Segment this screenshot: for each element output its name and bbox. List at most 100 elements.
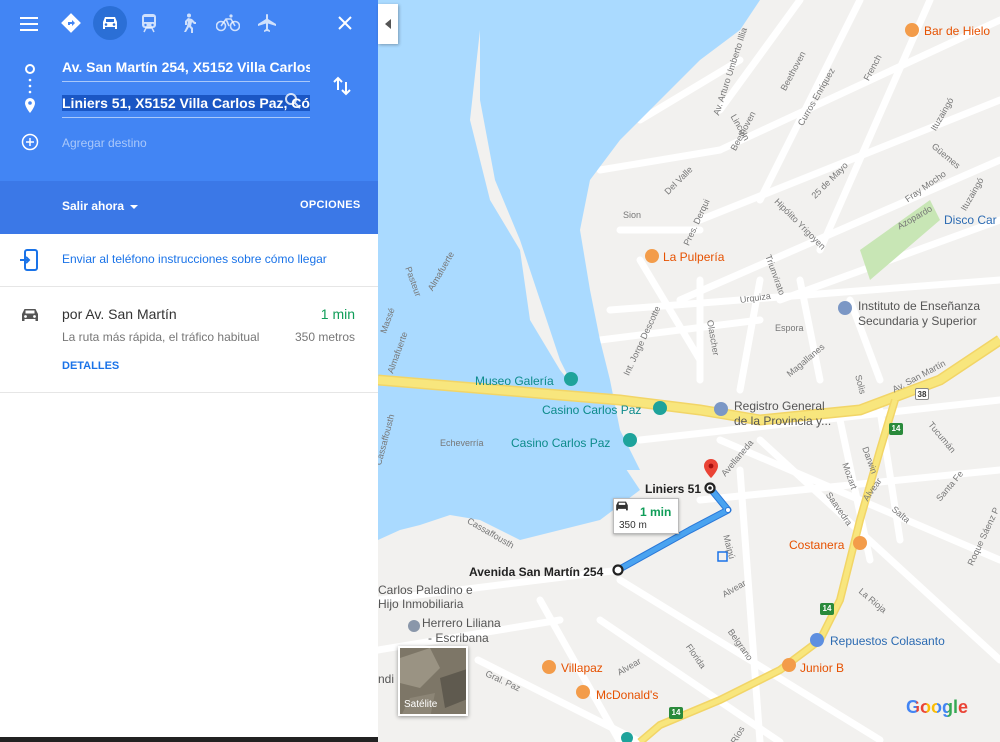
poi-partial-label: ndi xyxy=(378,672,395,686)
route-14-shield: 14 xyxy=(889,423,903,435)
restaurant-icon xyxy=(576,685,590,699)
origin-map-label: Avenida San Martín 254 xyxy=(469,565,604,579)
route-option-card[interactable]: por Av. San Martín 1 min La ruta más ráp… xyxy=(0,288,378,393)
poi-junior-b[interactable]: Junior B xyxy=(800,661,844,675)
satellite-label: Satélite xyxy=(404,699,438,710)
collapse-panel-button[interactable] xyxy=(378,4,398,44)
restaurant-icon xyxy=(645,249,659,263)
add-destination-link[interactable]: Agregar destino xyxy=(62,136,147,150)
poi-villapaz[interactable]: Villapaz xyxy=(561,661,603,675)
travel-mode-bar xyxy=(0,0,378,48)
walk-icon xyxy=(184,13,196,33)
destination-dot-center xyxy=(708,486,712,490)
mode-car-button[interactable] xyxy=(93,6,127,40)
google-logo: Google xyxy=(906,697,968,718)
route-description: La ruta más rápida, el tráfico habitual xyxy=(62,330,260,344)
route-14-shield: 14 xyxy=(669,707,683,719)
poi-herrero-line1[interactable]: Herrero Liliana xyxy=(422,616,501,630)
street-label: Espora xyxy=(775,323,804,333)
mode-bike-button[interactable] xyxy=(211,6,245,40)
poi-instituto-line1[interactable]: Instituto de Enseñanza xyxy=(858,299,980,313)
route-distance: 350 metros xyxy=(294,330,355,344)
poi-mcdonalds[interactable]: McDonald's xyxy=(596,688,658,702)
poi-costanera[interactable]: Costanera xyxy=(789,538,844,552)
options-button[interactable]: OPCIONES xyxy=(300,199,360,211)
mode-flight-button[interactable] xyxy=(250,6,284,40)
directions-panel: Av. San Martín 254, X5152 Villa Carlos P… xyxy=(0,0,378,742)
menu-icon xyxy=(20,17,38,31)
destination-input-text: Liniers 51, X5152 Villa Carlos Paz, Córd… xyxy=(62,95,310,111)
car-icon xyxy=(616,501,628,511)
poi-casino-carlos-paz-2[interactable]: Casino Carlos Paz xyxy=(511,436,610,450)
satellite-toggle-button[interactable]: Satélite xyxy=(398,646,468,716)
mode-walk-button[interactable] xyxy=(171,6,205,40)
restaurant-icon xyxy=(853,536,867,550)
transit-icon xyxy=(142,14,156,33)
route-38-shield: 38 xyxy=(915,388,929,400)
directions-icon xyxy=(61,13,81,33)
close-icon xyxy=(338,16,352,30)
origin-input[interactable]: Av. San Martín 254, X5152 Villa Carlos P… xyxy=(62,54,310,82)
school-icon xyxy=(838,301,852,315)
mode-best-button[interactable] xyxy=(54,6,88,40)
menu-button[interactable] xyxy=(14,10,44,38)
poi-casino-carlos-paz-1[interactable]: Casino Carlos Paz xyxy=(542,403,641,417)
mode-transit-button[interactable] xyxy=(132,6,166,40)
route-inputs: Av. San Martín 254, X5152 Villa Carlos P… xyxy=(0,48,378,181)
bike-icon xyxy=(216,14,240,32)
destination-input[interactable]: Liniers 51, X5152 Villa Carlos Paz, Córd… xyxy=(62,90,310,118)
destination-pin-icon[interactable] xyxy=(704,459,718,478)
government-icon xyxy=(714,402,728,416)
directions-header: Av. San Martín 254, X5152 Villa Carlos P… xyxy=(0,0,378,181)
origin-dot-icon xyxy=(25,64,35,74)
car-icon xyxy=(103,17,117,29)
place-icon xyxy=(408,620,420,632)
route-duration-callout[interactable]: 1 min 350 m xyxy=(613,498,679,534)
destination-pin-center xyxy=(708,463,714,469)
route-14-shield: 14 xyxy=(820,603,834,615)
send-to-phone-icon xyxy=(20,249,38,271)
search-icon[interactable] xyxy=(284,92,302,110)
swap-icon[interactable] xyxy=(332,76,352,96)
route-callout-distance: 350 m xyxy=(619,520,647,531)
depart-options-bar: Salir ahora OPCIONES xyxy=(0,181,378,234)
poi-registro-line2[interactable]: de la Provincia y... xyxy=(734,414,831,428)
poi-museo-galeria[interactable]: Museo Galería xyxy=(475,374,554,388)
poi-registro-line1[interactable]: Registro General xyxy=(734,399,825,413)
chevron-left-icon xyxy=(385,19,391,29)
close-directions-button[interactable] xyxy=(330,8,360,38)
poi-carlos-paladino-line1[interactable]: Carlos Paladino e xyxy=(378,583,473,597)
poi-disco[interactable]: Disco Car xyxy=(944,213,997,227)
route-dots-icon xyxy=(28,78,32,94)
chevron-down-icon[interactable] xyxy=(130,205,138,209)
flight-icon xyxy=(258,14,276,32)
restaurant-icon xyxy=(782,658,796,672)
bottom-divider xyxy=(0,737,378,742)
route-waypoint xyxy=(725,507,731,513)
poi-bar-de-hielo[interactable]: Bar de Hielo xyxy=(924,24,990,38)
add-destination-icon[interactable] xyxy=(21,133,39,151)
poi-la-pulperia[interactable]: La Pulpería xyxy=(663,250,724,264)
depart-time-select[interactable]: Salir ahora xyxy=(62,199,124,213)
details-button[interactable]: DETALLES xyxy=(62,360,119,372)
poi-carlos-paladino-line2[interactable]: Hijo Inmobiliaria xyxy=(378,597,463,611)
google-logo-text: Google xyxy=(906,697,968,717)
send-to-phone-link[interactable]: Enviar al teléfono instrucciones sobre c… xyxy=(62,252,327,266)
casino-icon xyxy=(623,433,637,447)
restaurant-icon xyxy=(542,660,556,674)
route-callout-time: 1 min xyxy=(640,505,672,519)
send-to-phone-row[interactable]: Enviar al teléfono instrucciones sobre c… xyxy=(0,234,378,287)
map-canvas[interactable]: Av. Arturo Umberto Illia Beethoven Beeth… xyxy=(378,0,1000,742)
maps-app: Av. San Martín 254, X5152 Villa Carlos P… xyxy=(0,0,1000,742)
poi-repuestos-colasanto[interactable]: Repuestos Colasanto xyxy=(830,634,945,648)
museum-icon xyxy=(564,372,578,386)
shopping-icon xyxy=(810,633,824,647)
route-time: 1 min xyxy=(320,306,355,322)
car-icon xyxy=(22,309,38,321)
origin-marker-icon xyxy=(612,564,624,576)
poi-instituto-line2[interactable]: Secundaria y Superior xyxy=(858,314,977,328)
destination-map-label: Liniers 51 xyxy=(645,482,702,496)
restaurant-icon xyxy=(905,23,919,37)
street-label: Sion xyxy=(623,210,642,220)
poi-herrero-line2[interactable]: - Escribana xyxy=(428,631,489,645)
